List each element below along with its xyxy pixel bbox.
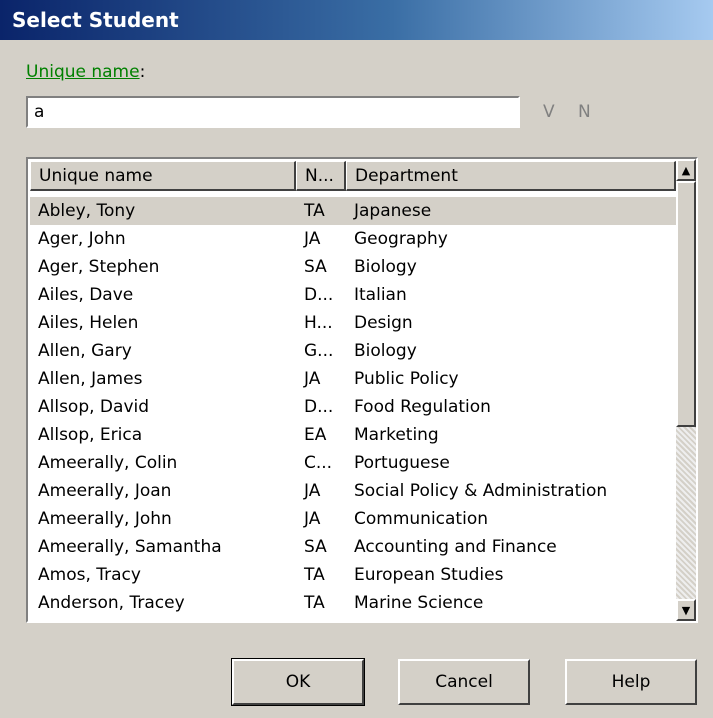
table-row[interactable]: Amos, Tracy TA European Studies (30, 561, 676, 589)
table-row[interactable]: Ameerally, Joan JA Social Policy & Adminis… (30, 477, 676, 505)
scroll-down-button[interactable]: ▼ (676, 599, 696, 621)
unique-name-label: Unique name: (26, 62, 145, 82)
cell-n: TA (304, 565, 325, 585)
cell-unique-name: Ager, John (38, 229, 126, 249)
cell-n: JA (304, 229, 321, 249)
cell-n: JA (304, 369, 321, 389)
cell-n: H... (304, 313, 333, 333)
cell-department: Design (354, 313, 413, 333)
unique-name-input[interactable] (26, 96, 520, 128)
dialog-title: Select Student (12, 8, 179, 32)
n-indicator: N (578, 102, 591, 122)
ok-button[interactable]: OK (231, 658, 365, 706)
cell-department: Biology (354, 341, 417, 361)
cell-unique-name: Ameerally, Colin (38, 453, 178, 473)
table-row[interactable]: Ameerally, John JA Communication (30, 505, 676, 533)
scroll-up-button[interactable]: ▲ (676, 159, 696, 181)
cancel-button[interactable]: Cancel (398, 659, 530, 705)
table-row[interactable]: Allen, James JA Public Policy (30, 365, 676, 393)
cell-n: C... (304, 453, 333, 473)
cell-unique-name: Allen, Gary (38, 341, 132, 361)
cell-unique-name: Anderson, Tracey (38, 593, 185, 613)
cell-n: TA (304, 593, 325, 613)
cell-unique-name: Allsop, Erica (38, 425, 143, 445)
cell-n: JA (304, 509, 321, 529)
cell-unique-name: Ameerally, John (38, 509, 172, 529)
cell-department: Marine Science (354, 593, 484, 613)
cell-department: Accounting and Finance (354, 537, 557, 557)
cell-unique-name: Ager, Stephen (38, 257, 160, 277)
list-header: Unique name N... Department (30, 161, 676, 191)
unique-name-label-suffix: : (139, 62, 146, 82)
cell-n: EA (304, 425, 327, 445)
cell-n: SA (304, 257, 327, 277)
cell-unique-name: Allen, James (38, 369, 143, 389)
column-header-unique-name[interactable]: Unique name (30, 161, 296, 191)
cell-n: D... (304, 397, 334, 417)
cell-unique-name: Ailes, Dave (38, 285, 134, 305)
table-row[interactable]: Ameerally, Colin C... Portuguese (30, 449, 676, 477)
cell-department: Food Regulation (354, 397, 491, 417)
vertical-scrollbar[interactable]: ▲ ▼ (676, 159, 696, 621)
table-row[interactable]: Anderson, Tracey TA Marine Science (30, 589, 676, 617)
table-row[interactable]: Allsop, David D... Food Regulation (30, 393, 676, 421)
v-indicator: V (543, 102, 555, 122)
list-rows: Abley, Tony TA Japanese Ager, John JA Geograp… (30, 197, 676, 617)
arrow-down-icon: ▼ (681, 603, 691, 617)
cell-unique-name: Abley, Tony (38, 201, 136, 221)
cell-n: SA (304, 537, 327, 557)
cell-n: JA (304, 481, 321, 501)
cell-department: Japanese (354, 201, 432, 221)
cell-n: D... (304, 285, 334, 305)
cell-department: Marketing (354, 425, 439, 445)
cell-department: Portuguese (354, 453, 450, 473)
cell-department: Social Policy & Administration (354, 481, 608, 501)
student-list[interactable]: Unique name N... Department Abley, Tony T… (26, 157, 698, 623)
cell-unique-name: Ameerally, Samantha (38, 537, 222, 557)
table-row[interactable]: Ager, John JA Geography (30, 225, 676, 253)
cell-department: European Studies (354, 565, 504, 585)
table-row[interactable]: Ager, Stephen SA Biology (30, 253, 676, 281)
title-bar: Select Student (0, 0, 713, 40)
column-header-department[interactable]: Department (346, 161, 676, 191)
cell-department: Communication (354, 509, 488, 529)
cell-n: G... (304, 341, 334, 361)
cell-n: TA (304, 201, 325, 221)
cell-department: Biology (354, 257, 417, 277)
help-button[interactable]: Help (565, 659, 697, 705)
cell-unique-name: Ailes, Helen (38, 313, 139, 333)
cell-department: Public Policy (354, 369, 459, 389)
unique-name-label-accelerator: Unique name (26, 62, 140, 82)
cell-department: Italian (354, 285, 407, 305)
table-row[interactable]: Allen, Gary G... Biology (30, 337, 676, 365)
table-row[interactable]: Ameerally, Samantha SA Accounting and Fina… (30, 533, 676, 561)
table-row[interactable]: Ailes, Dave D... Italian (30, 281, 676, 309)
column-header-n[interactable]: N... (296, 161, 346, 191)
cell-unique-name: Amos, Tracy (38, 565, 141, 585)
arrow-up-icon: ▲ (681, 163, 691, 177)
table-row[interactable]: Allsop, Erica EA Marketing (30, 421, 676, 449)
table-row[interactable]: Abley, Tony TA Japanese (30, 197, 676, 225)
cell-unique-name: Ameerally, Joan (38, 481, 172, 501)
cell-unique-name: Allsop, David (38, 397, 150, 417)
cell-department: Geography (354, 229, 448, 249)
table-row[interactable]: Ailes, Helen H... Design (30, 309, 676, 337)
scroll-thumb[interactable] (676, 181, 696, 427)
